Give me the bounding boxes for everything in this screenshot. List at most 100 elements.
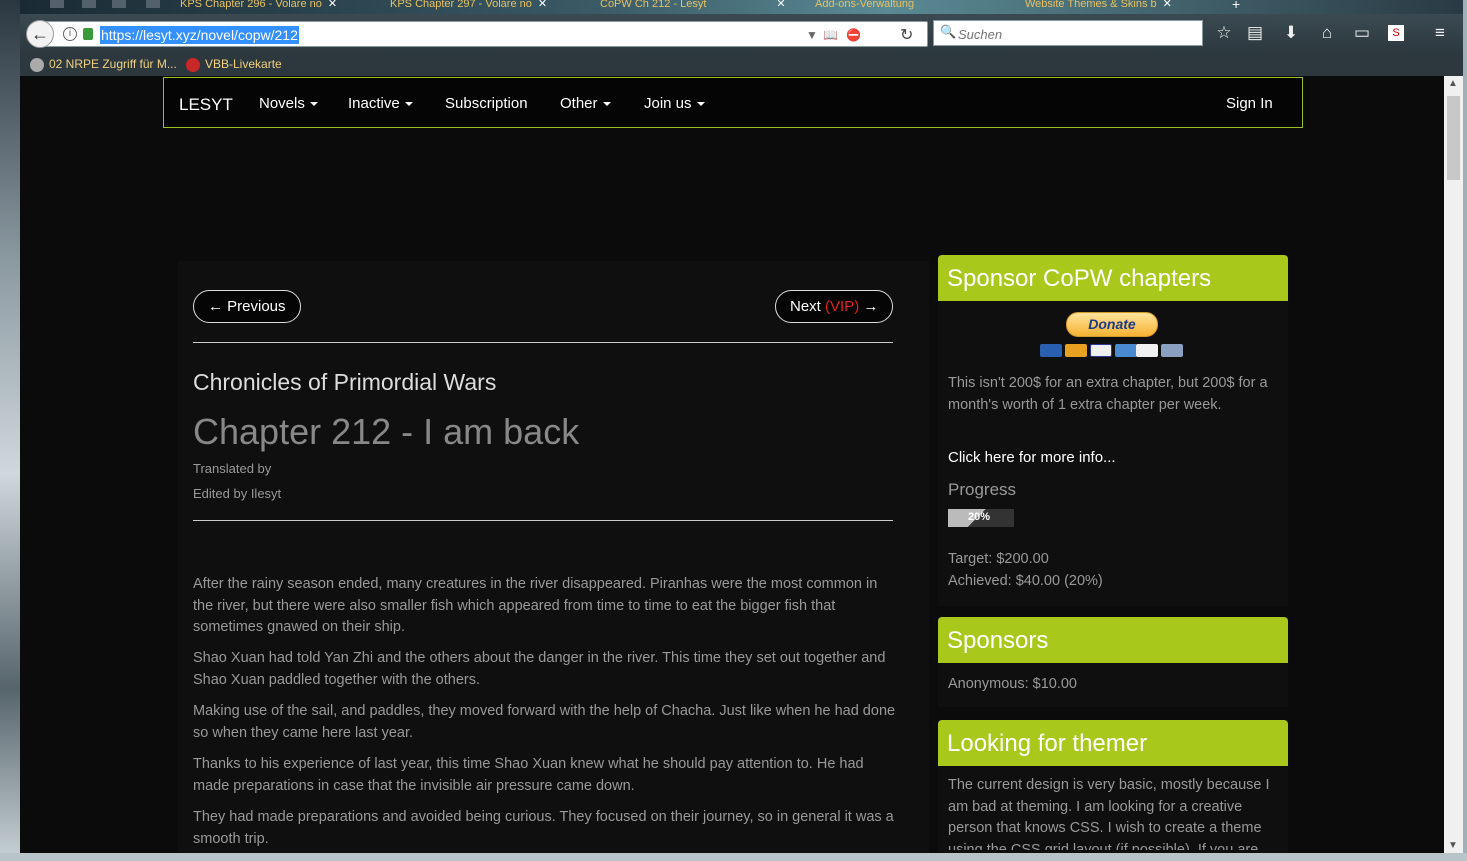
tab-addons[interactable]: Add-ons-Verwaltung [815, 0, 1010, 14]
vertical-scrollbar[interactable]: ▲ ▼ [1444, 76, 1463, 853]
sync-icon[interactable]: ▭ [1351, 22, 1373, 44]
donate-button[interactable]: Donate [1066, 312, 1158, 337]
tab-label: CoPW Ch 212 - Lesyt [600, 0, 707, 10]
globe-icon [30, 57, 44, 72]
tab-themes[interactable]: Website Themes & Skins b ✕ [1025, 0, 1215, 14]
widget-title: Sponsors [938, 617, 1288, 663]
home-icon[interactable]: ⌂ [1316, 22, 1338, 44]
tab-label: Add-ons-Verwaltung [815, 0, 915, 10]
close-icon[interactable]: ✕ [776, 0, 785, 10]
next-button[interactable]: Next (VIP) → [775, 290, 894, 323]
progress-label: Progress [948, 480, 1017, 499]
tab-bar: KPS Chapter 296 - Volare no ✕ KPS Chapter… [20, 0, 1463, 14]
desktop-background-right [1463, 0, 1467, 861]
tab-kps-296[interactable]: KPS Chapter 296 - Volare no ✕ [180, 0, 380, 14]
edited-by: Edited by Ilesyt [193, 486, 282, 501]
next-label: Next [790, 298, 821, 315]
tab-favicon-icon[interactable] [82, 0, 96, 8]
url-text[interactable]: https://lesyt.xyz/novel/copw/212 [100, 26, 299, 44]
paragraph: Thanks to his experience of last year, t… [193, 756, 864, 794]
divider [193, 520, 893, 521]
widget-title: Looking for themer [938, 720, 1288, 766]
arrow-right-icon: → [863, 298, 879, 315]
caret-icon [404, 102, 413, 107]
tab-label: KPS Chapter 297 - Volare no [390, 0, 532, 10]
nav-join-us-label: Join us [644, 95, 692, 112]
desktop-background-left [0, 0, 20, 861]
close-icon[interactable]: ✕ [1163, 0, 1172, 10]
caret-icon [696, 102, 705, 107]
nav-join-us[interactable]: Join us [644, 95, 705, 112]
nav-novels[interactable]: Novels [259, 95, 318, 112]
bookmarks-toolbar: 02 NRPE Zugriff für M... VBB-Livekarte [20, 54, 1463, 76]
translated-by: Translated by [193, 461, 272, 476]
previous-button[interactable]: ← Previous [193, 290, 301, 323]
more-info-link[interactable]: Click here for more info... [948, 449, 1116, 466]
flag-icon[interactable] [50, 0, 64, 8]
close-icon[interactable]: ✕ [538, 0, 547, 10]
themer-text: The current design is very basic, mostly… [948, 777, 1270, 850]
tab-label: KPS Chapter 296 - Volare no [180, 0, 322, 10]
info-icon[interactable]: i [63, 27, 77, 41]
nav-subscription[interactable]: Subscription [445, 95, 528, 112]
discover-card-icon [1136, 344, 1158, 357]
nav-inactive[interactable]: Inactive [348, 95, 413, 112]
visa-card-icon [1090, 344, 1112, 357]
bookmark-nrpe[interactable]: 02 NRPE Zugriff für M... [30, 57, 177, 72]
progress-bar: 20% [948, 509, 1014, 527]
close-icon[interactable]: ✕ [328, 0, 337, 10]
tab-copw-active[interactable]: CoPW Ch 212 - Lesyt ✕ [600, 0, 810, 14]
sponsor-widget: Sponsor CoPW chapters Donate This isn't … [938, 255, 1288, 606]
scroll-up-icon[interactable]: ▲ [1448, 78, 1458, 89]
caret-icon [309, 102, 318, 107]
chapter-content: ← Previous Next (VIP) → Chronicles of Pr… [178, 261, 929, 853]
sponsors-widget: Sponsors Anonymous: $10.00 [938, 617, 1288, 707]
themer-widget: Looking for themer The current design is… [938, 720, 1288, 853]
site-navbar: LESYT Novels Inactive Subscription Other… [163, 77, 1303, 128]
nav-inactive-label: Inactive [348, 95, 400, 112]
menu-icon[interactable]: ≡ [1429, 22, 1451, 44]
back-button[interactable]: ← [26, 20, 54, 48]
progress-text: 20% [968, 511, 991, 523]
scroll-down-icon[interactable]: ▼ [1448, 840, 1458, 851]
dropdown-arrow-icon[interactable]: ▼ [806, 28, 818, 42]
nav-other[interactable]: Other [560, 95, 611, 112]
download-icon[interactable]: ⬇ [1280, 22, 1302, 44]
paragraph: After the rainy season ended, many creat… [193, 576, 878, 635]
bookmark-label: 02 NRPE Zugriff für M... [49, 57, 177, 71]
paragraph: Making use of the sail, and paddles, the… [193, 703, 896, 741]
addon-icon[interactable]: ⛔ [846, 28, 861, 42]
tab-favicon-icon[interactable] [146, 0, 160, 8]
reload-icon[interactable]: ↻ [900, 25, 913, 45]
bookmarks-menu-icon[interactable]: ▤ [1244, 22, 1266, 44]
bookmark-label: VBB-Livekarte [205, 57, 282, 71]
site-brand[interactable]: LESYT [179, 95, 233, 115]
tab-favicon-icon[interactable] [112, 0, 126, 8]
vip-badge: (VIP) [825, 298, 860, 315]
bookmark-star-icon[interactable]: ☆ [1213, 22, 1235, 44]
nav-novels-label: Novels [259, 95, 305, 112]
url-bar[interactable]: i https://lesyt.xyz/novel/copw/212 ▼ 📖 ⛔ [40, 21, 928, 47]
maestro-card-icon [1040, 344, 1062, 357]
widget-title: Sponsor CoPW chapters [938, 255, 1288, 301]
sign-in-link[interactable]: Sign In [1226, 95, 1273, 112]
series-title: Chronicles of Primordial Wars [193, 369, 497, 395]
sponsor-description: This isn't 200$ for an extra chapter, bu… [948, 375, 1268, 413]
paragraph: Shao Xuan had told Yan Zhi and the other… [193, 650, 886, 688]
new-tab-icon[interactable]: + [1232, 0, 1240, 14]
amex-card-icon [1115, 344, 1137, 357]
caret-icon [602, 102, 611, 107]
divider [193, 342, 893, 343]
extension-icon[interactable]: S [1388, 25, 1404, 41]
bookmark-vbb[interactable]: VBB-Livekarte [186, 57, 282, 72]
scrollbar-thumb[interactable] [1447, 96, 1460, 180]
reader-view-icon[interactable]: 📖 [823, 28, 838, 42]
mastercard-icon [1065, 344, 1087, 357]
search-input[interactable] [958, 25, 1198, 43]
desktop-background-bottom [0, 853, 1467, 861]
nav-other-label: Other [560, 95, 598, 112]
paragraph: They had made preparations and avoided b… [193, 809, 894, 847]
search-bar[interactable]: 🔍 [933, 20, 1203, 46]
page-viewport: LESYT Novels Inactive Subscription Other… [20, 76, 1444, 853]
tab-kps-297[interactable]: KPS Chapter 297 - Volare no ✕ [390, 0, 590, 14]
